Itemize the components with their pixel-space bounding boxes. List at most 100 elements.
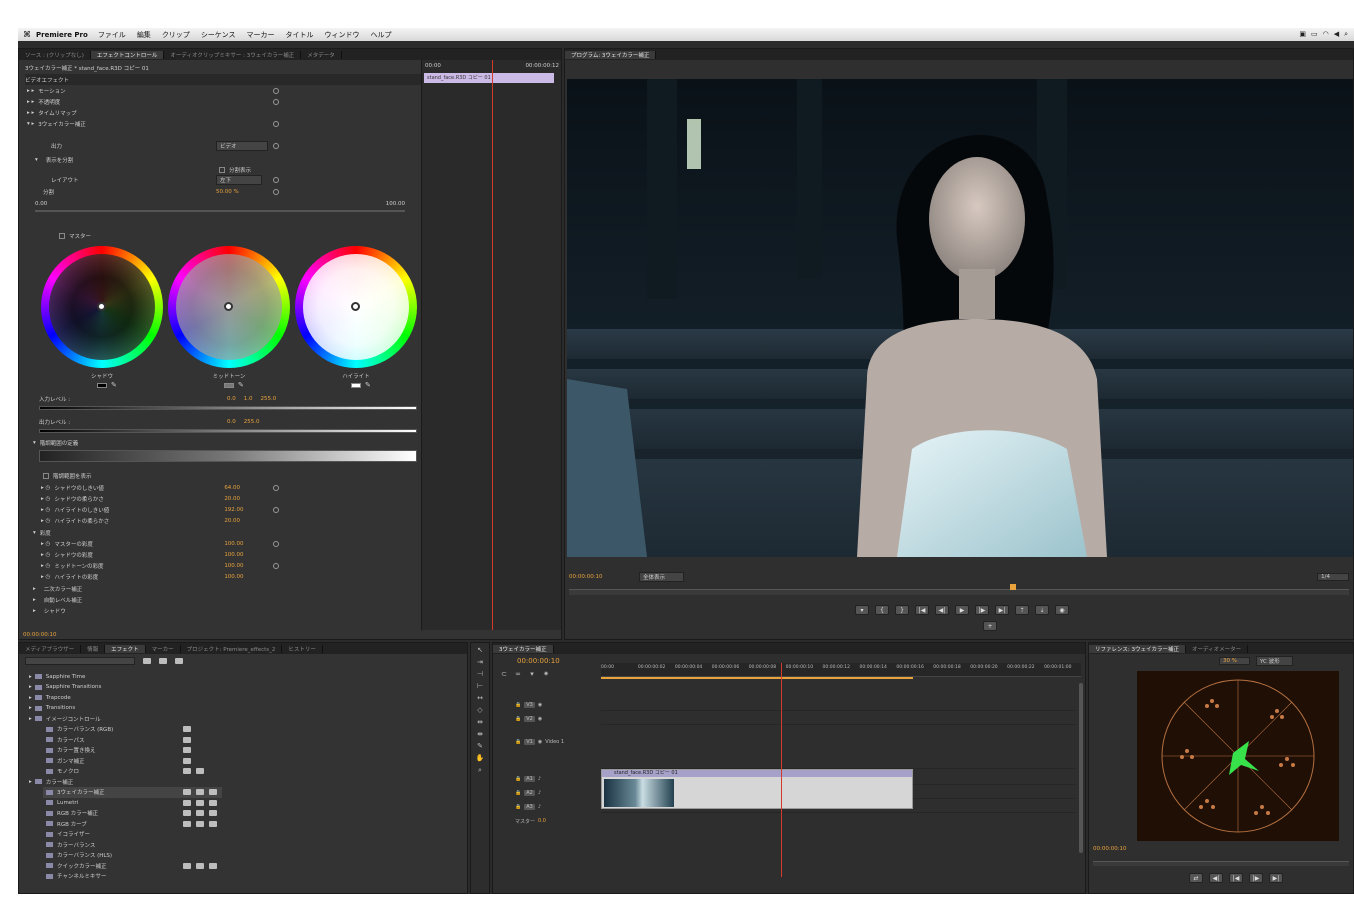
time-ruler[interactable]: 00:00 00:00:00:02 00:00:00:04 00:00:00:06 00… xyxy=(601,663,1081,677)
shadow-extra-row[interactable]: ▸ シャドウ xyxy=(33,605,66,616)
visibility-icon[interactable]: ◉ xyxy=(538,716,542,722)
tab-history[interactable]: ヒストリー xyxy=(282,644,323,653)
effect-item[interactable]: カラーパス xyxy=(43,734,196,745)
master-track-value[interactable]: 0.0 xyxy=(538,818,546,824)
disclosure-icon[interactable]: ▸ xyxy=(29,716,32,722)
go-to-out-icon[interactable]: ▶| xyxy=(995,605,1009,615)
add-marker-icon[interactable]: ▾ xyxy=(855,605,869,615)
app-name[interactable]: Premiere Pro xyxy=(36,31,88,39)
effect-item[interactable]: モノクロ xyxy=(43,766,209,777)
razor-tool-icon[interactable]: ◇ xyxy=(475,705,485,715)
param-row[interactable]: ▸ ◷ シャドウの柔らかさ 20.00 xyxy=(41,493,240,504)
menu-marker[interactable]: マーカー xyxy=(246,30,274,40)
output-levels-slider[interactable] xyxy=(39,429,417,433)
export-frame-icon[interactable]: ◉ xyxy=(1055,605,1069,615)
param-value[interactable]: 64.00 xyxy=(224,485,240,491)
ripple-edit-tool-icon[interactable]: ⊣ xyxy=(475,669,485,679)
split-slider[interactable] xyxy=(35,210,405,212)
spotlight-icon[interactable]: ⌕ xyxy=(1344,30,1348,39)
effect-folder[interactable]: ▸ Sapphire Transitions xyxy=(29,682,186,693)
input-level-gamma[interactable]: 1.0 xyxy=(244,396,253,402)
reset-icon[interactable] xyxy=(273,99,279,105)
reset-icon[interactable] xyxy=(273,177,279,183)
mute-icon[interactable]: ♪ xyxy=(538,790,541,796)
link-icon[interactable]: ∞ xyxy=(513,669,523,679)
effect-time-remap[interactable]: ▸ ▸ タイムリマップ xyxy=(27,107,77,118)
effect-folder[interactable]: ▸ Trapcode xyxy=(29,692,186,703)
tab-audio-mixer[interactable]: オーディオクリップミキサー : 3ウェイカラー補正 xyxy=(164,50,302,59)
go-to-in-icon[interactable]: |◀ xyxy=(915,605,929,615)
accelerated-filter-icon[interactable] xyxy=(143,658,151,664)
effect-motion[interactable]: ▸ ▸ モーション xyxy=(27,85,66,96)
program-timecode[interactable]: 00:00:00:10 xyxy=(569,574,629,580)
saturation-param-value[interactable]: 100.00 xyxy=(224,552,243,558)
tab-media-browser[interactable]: メディアブラウザー xyxy=(19,644,82,653)
program-scrubber[interactable] xyxy=(569,589,1349,595)
lock-icon[interactable]: 🔒 xyxy=(515,776,521,782)
shadow-color-wheel[interactable] xyxy=(41,246,163,368)
scope-scrubber[interactable] xyxy=(1093,861,1349,866)
tab-program[interactable]: プログラム: 3ウェイカラー補正 xyxy=(565,50,657,59)
mute-icon[interactable]: ♪ xyxy=(538,804,541,810)
tab-markers[interactable]: マーカー xyxy=(146,644,181,653)
reset-icon[interactable] xyxy=(273,507,279,513)
saturation-param-value[interactable]: 100.00 xyxy=(224,574,243,580)
effect-folder[interactable]: ▸ カラー補正 xyxy=(29,776,186,787)
gang-icon[interactable]: ⇄ xyxy=(1189,873,1203,883)
program-fit-select[interactable]: 全体表示 xyxy=(639,571,685,582)
mute-icon[interactable]: ♪ xyxy=(538,776,541,782)
output-level-black[interactable]: 0.0 xyxy=(227,419,236,425)
effect-timecode[interactable]: 00:00:00:10 xyxy=(23,629,57,639)
menu-help[interactable]: ヘルプ xyxy=(370,30,391,40)
highlight-wheel-handle[interactable] xyxy=(351,302,360,311)
saturation-param-row[interactable]: ▸ ◷ ハイライトの彩度 100.00 xyxy=(41,571,244,582)
saturation-row[interactable]: ▾ 彩度 xyxy=(33,527,51,538)
tab-source[interactable]: ソース : (クリップなし) xyxy=(19,50,91,59)
output-select[interactable]: ビデオ xyxy=(216,140,268,151)
apple-icon[interactable]: ⌘ xyxy=(18,30,36,39)
saturation-param-row[interactable]: ▸ ◷ シャドウの彩度 100.00 xyxy=(41,549,244,560)
saturation-param-value[interactable]: 100.00 xyxy=(224,541,243,547)
effect-item[interactable]: 3ウェイカラー補正 xyxy=(43,786,222,798)
effect-folder[interactable]: ▸ Transitions xyxy=(29,703,186,714)
saturation-param-row[interactable]: ▸ ◷ マスターの彩度 100.00 xyxy=(41,538,244,549)
split-pct-value[interactable]: 50.00 % xyxy=(216,189,239,195)
tab-sequence[interactable]: 3ウェイカラー補正 xyxy=(493,644,554,653)
menu-file[interactable]: ファイル xyxy=(98,30,126,40)
lock-icon[interactable]: 🔒 xyxy=(515,790,521,796)
param-value[interactable]: 20.00 xyxy=(224,496,240,502)
disclosure-icon[interactable]: ▸ xyxy=(29,779,32,785)
mini-clip-bar[interactable]: stand_face.R3D コピー 01 xyxy=(424,73,554,83)
param-row[interactable]: ▸ ◷ ハイライトのしきい値 192.00 xyxy=(41,504,244,515)
reset-icon[interactable] xyxy=(273,88,279,94)
reset-icon[interactable] xyxy=(273,121,279,127)
lock-icon[interactable]: 🔒 xyxy=(515,702,521,708)
timeline-playhead[interactable] xyxy=(781,663,782,877)
master-checkbox[interactable] xyxy=(59,232,65,239)
mark-in-icon[interactable]: { xyxy=(875,605,889,615)
reset-icon[interactable] xyxy=(273,485,279,491)
track-lane[interactable] xyxy=(601,713,1075,725)
step-forward-icon[interactable]: |▶ xyxy=(1249,873,1263,883)
tab-audio-meters[interactable]: オーディオメーター xyxy=(1186,644,1249,653)
track-header[interactable]: 🔒 V1 ◉ Video 1 xyxy=(493,727,593,757)
tab-effects[interactable]: エフェクト xyxy=(105,644,146,653)
scope-quality[interactable]: 30 % xyxy=(1219,656,1250,665)
video-clip[interactable]: stand_face.R3D コピー 01 xyxy=(601,769,913,809)
32bit-filter-icon[interactable] xyxy=(159,658,167,664)
step-back-icon[interactable]: ◀| xyxy=(1209,873,1223,883)
menu-edit[interactable]: 編集 xyxy=(137,30,151,40)
midtone-wheel-handle[interactable] xyxy=(224,302,233,311)
master-track-header[interactable]: マスター 0.0 xyxy=(493,815,593,827)
disclosure-icon[interactable]: ▸ xyxy=(29,684,32,690)
effect-item[interactable]: チャンネルミキサー xyxy=(43,871,183,882)
effect-folder[interactable]: ▸ イメージコントロール xyxy=(29,713,186,724)
param-row[interactable]: ▸ ◷ ハイライトの柔らかさ 20.00 xyxy=(41,515,240,526)
selection-tool-icon[interactable]: ↖ xyxy=(475,645,485,655)
tonal-range-bar[interactable] xyxy=(39,450,417,462)
scope-timecode[interactable]: 00:00:00:10 xyxy=(1093,846,1127,852)
reset-icon[interactable] xyxy=(273,563,279,569)
effect-item[interactable]: RGB カーブ xyxy=(43,818,222,829)
visibility-icon[interactable]: ◉ xyxy=(538,702,542,708)
visibility-icon[interactable]: ◉ xyxy=(538,739,542,745)
